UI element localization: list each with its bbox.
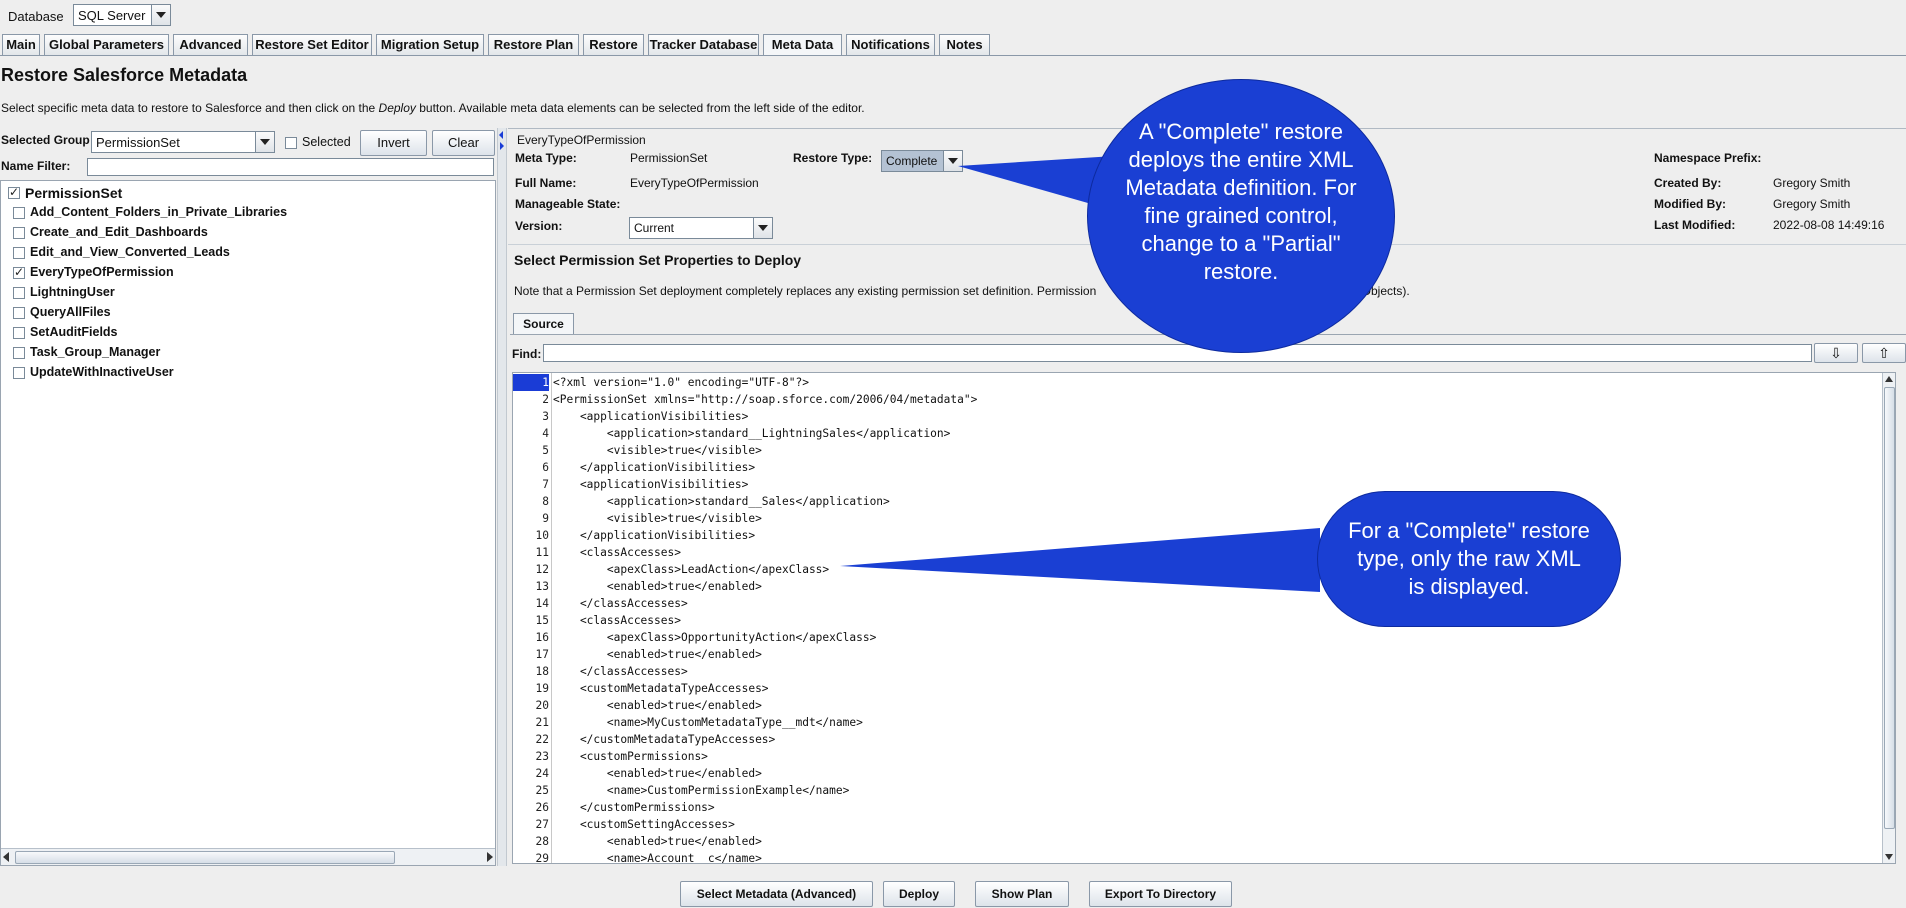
export-to-directory-button[interactable]: Export To Directory	[1089, 881, 1232, 907]
callout-pointers	[840, 155, 1320, 592]
callout-raw-xml-text: For a "Complete" restore type, only the …	[1348, 518, 1590, 599]
callout-complete-restore: A "Complete" restore deploys the entire …	[1088, 80, 1394, 352]
select-metadata-button[interactable]: Select Metadata (Advanced)	[680, 881, 873, 907]
callout-pointer-raw-xml	[840, 528, 1320, 592]
deploy-button[interactable]: Deploy	[883, 881, 955, 907]
callout-raw-xml: For a "Complete" restore type, only the …	[1318, 492, 1620, 626]
callout-complete-restore-text: A "Complete" restore deploys the entire …	[1125, 119, 1357, 284]
show-plan-button[interactable]: Show Plan	[975, 881, 1069, 907]
